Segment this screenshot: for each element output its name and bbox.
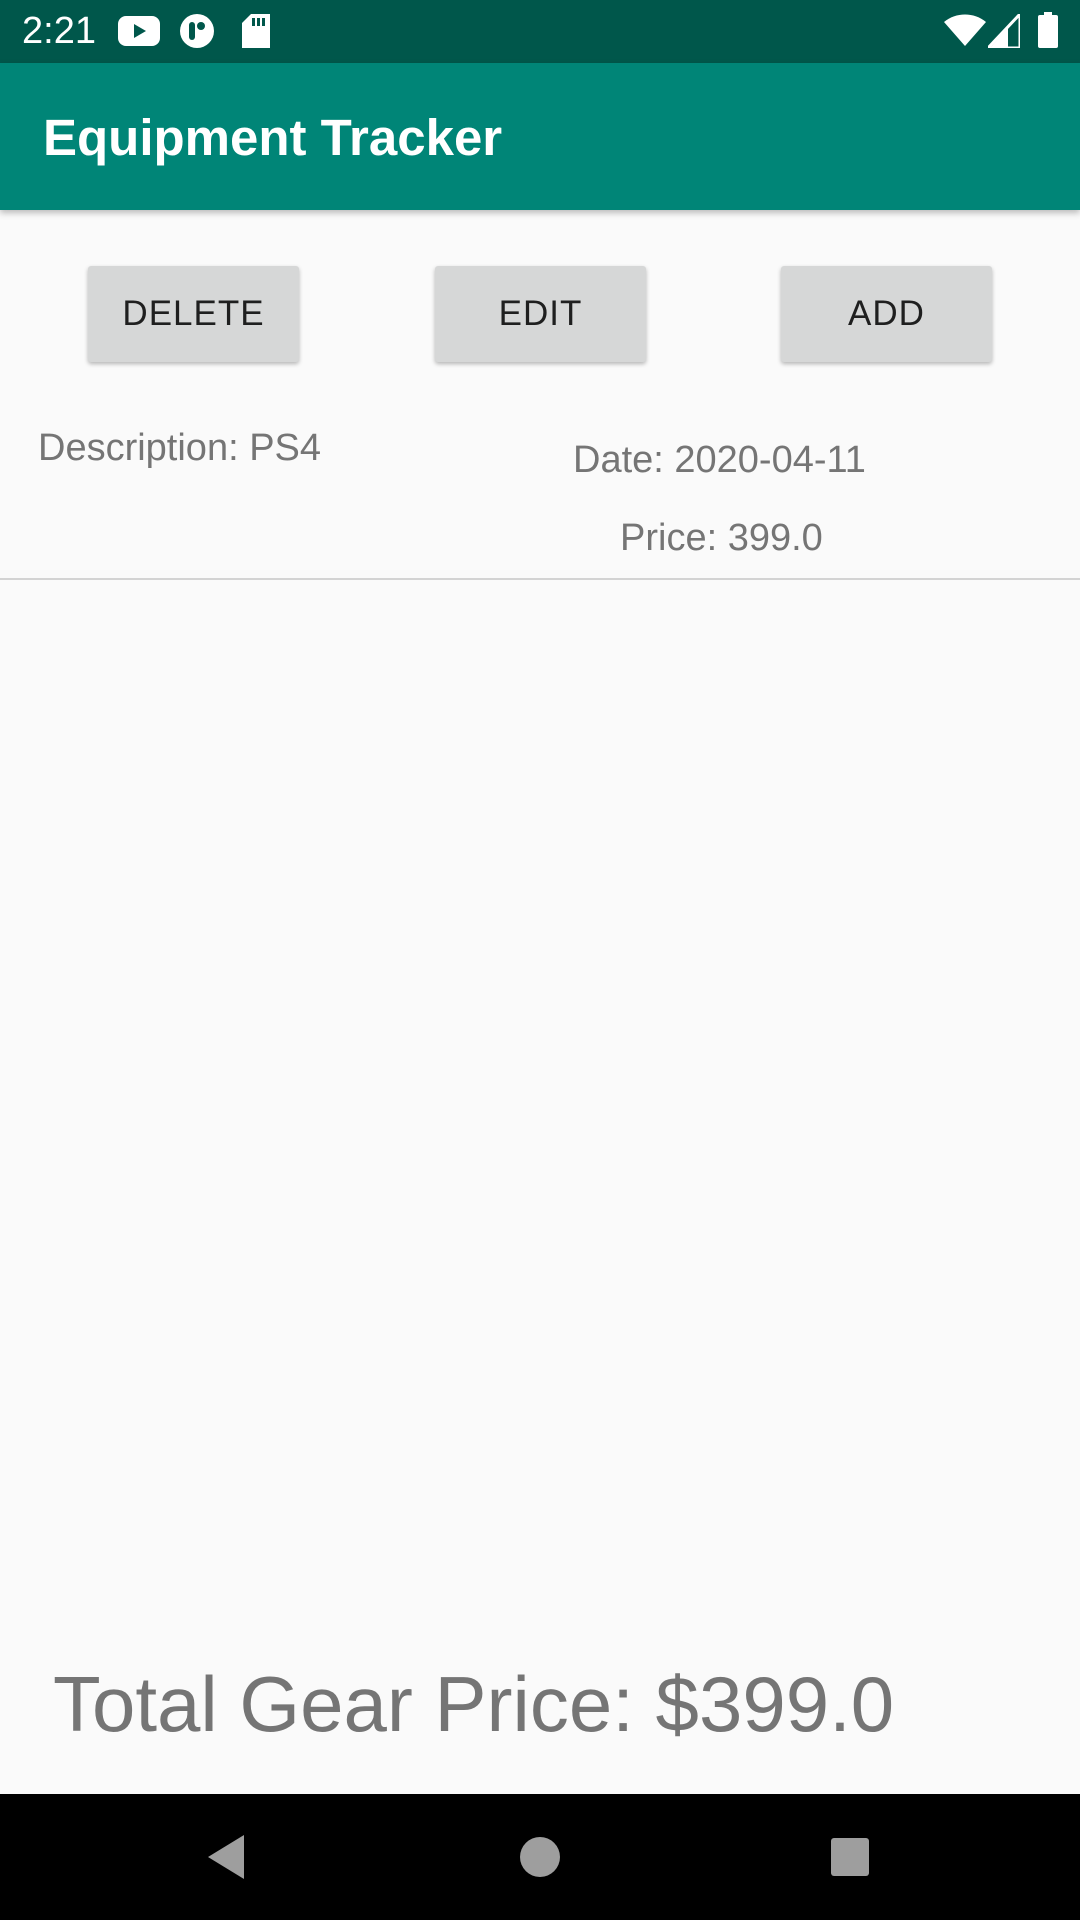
tasks-app-icon bbox=[180, 14, 214, 48]
wifi-icon bbox=[944, 14, 986, 46]
item-price: Price: 399.0 bbox=[620, 517, 823, 559]
navigation-bar bbox=[0, 1794, 1080, 1920]
total-gear-price: Total Gear Price: $399.0 bbox=[53, 1660, 895, 1748]
list-divider bbox=[0, 578, 1080, 580]
home-icon[interactable] bbox=[510, 1827, 570, 1887]
status-bar: 2:21 bbox=[0, 0, 1080, 63]
battery-icon bbox=[1038, 12, 1058, 48]
delete-button[interactable]: DELETE bbox=[88, 266, 299, 362]
equipment-list-item[interactable]: Description: PS4 Date: 2020-04-11 Price:… bbox=[0, 405, 1080, 578]
status-time: 2:21 bbox=[22, 10, 96, 52]
add-button[interactable]: ADD bbox=[781, 266, 992, 362]
edit-button[interactable]: EDIT bbox=[435, 266, 646, 362]
back-icon[interactable] bbox=[200, 1827, 260, 1887]
cell-signal-icon bbox=[988, 14, 1020, 48]
app-screen: 2:21 Equipment Tracker DELETE EDIT ADD D… bbox=[0, 0, 1080, 1920]
app-bar: Equipment Tracker bbox=[0, 63, 1080, 210]
item-date: Date: 2020-04-11 bbox=[573, 439, 866, 481]
sd-card-icon bbox=[242, 14, 270, 48]
recents-icon[interactable] bbox=[820, 1827, 880, 1887]
app-title: Equipment Tracker bbox=[43, 109, 503, 166]
item-description: Description: PS4 bbox=[38, 427, 322, 469]
youtube-icon bbox=[118, 16, 160, 46]
